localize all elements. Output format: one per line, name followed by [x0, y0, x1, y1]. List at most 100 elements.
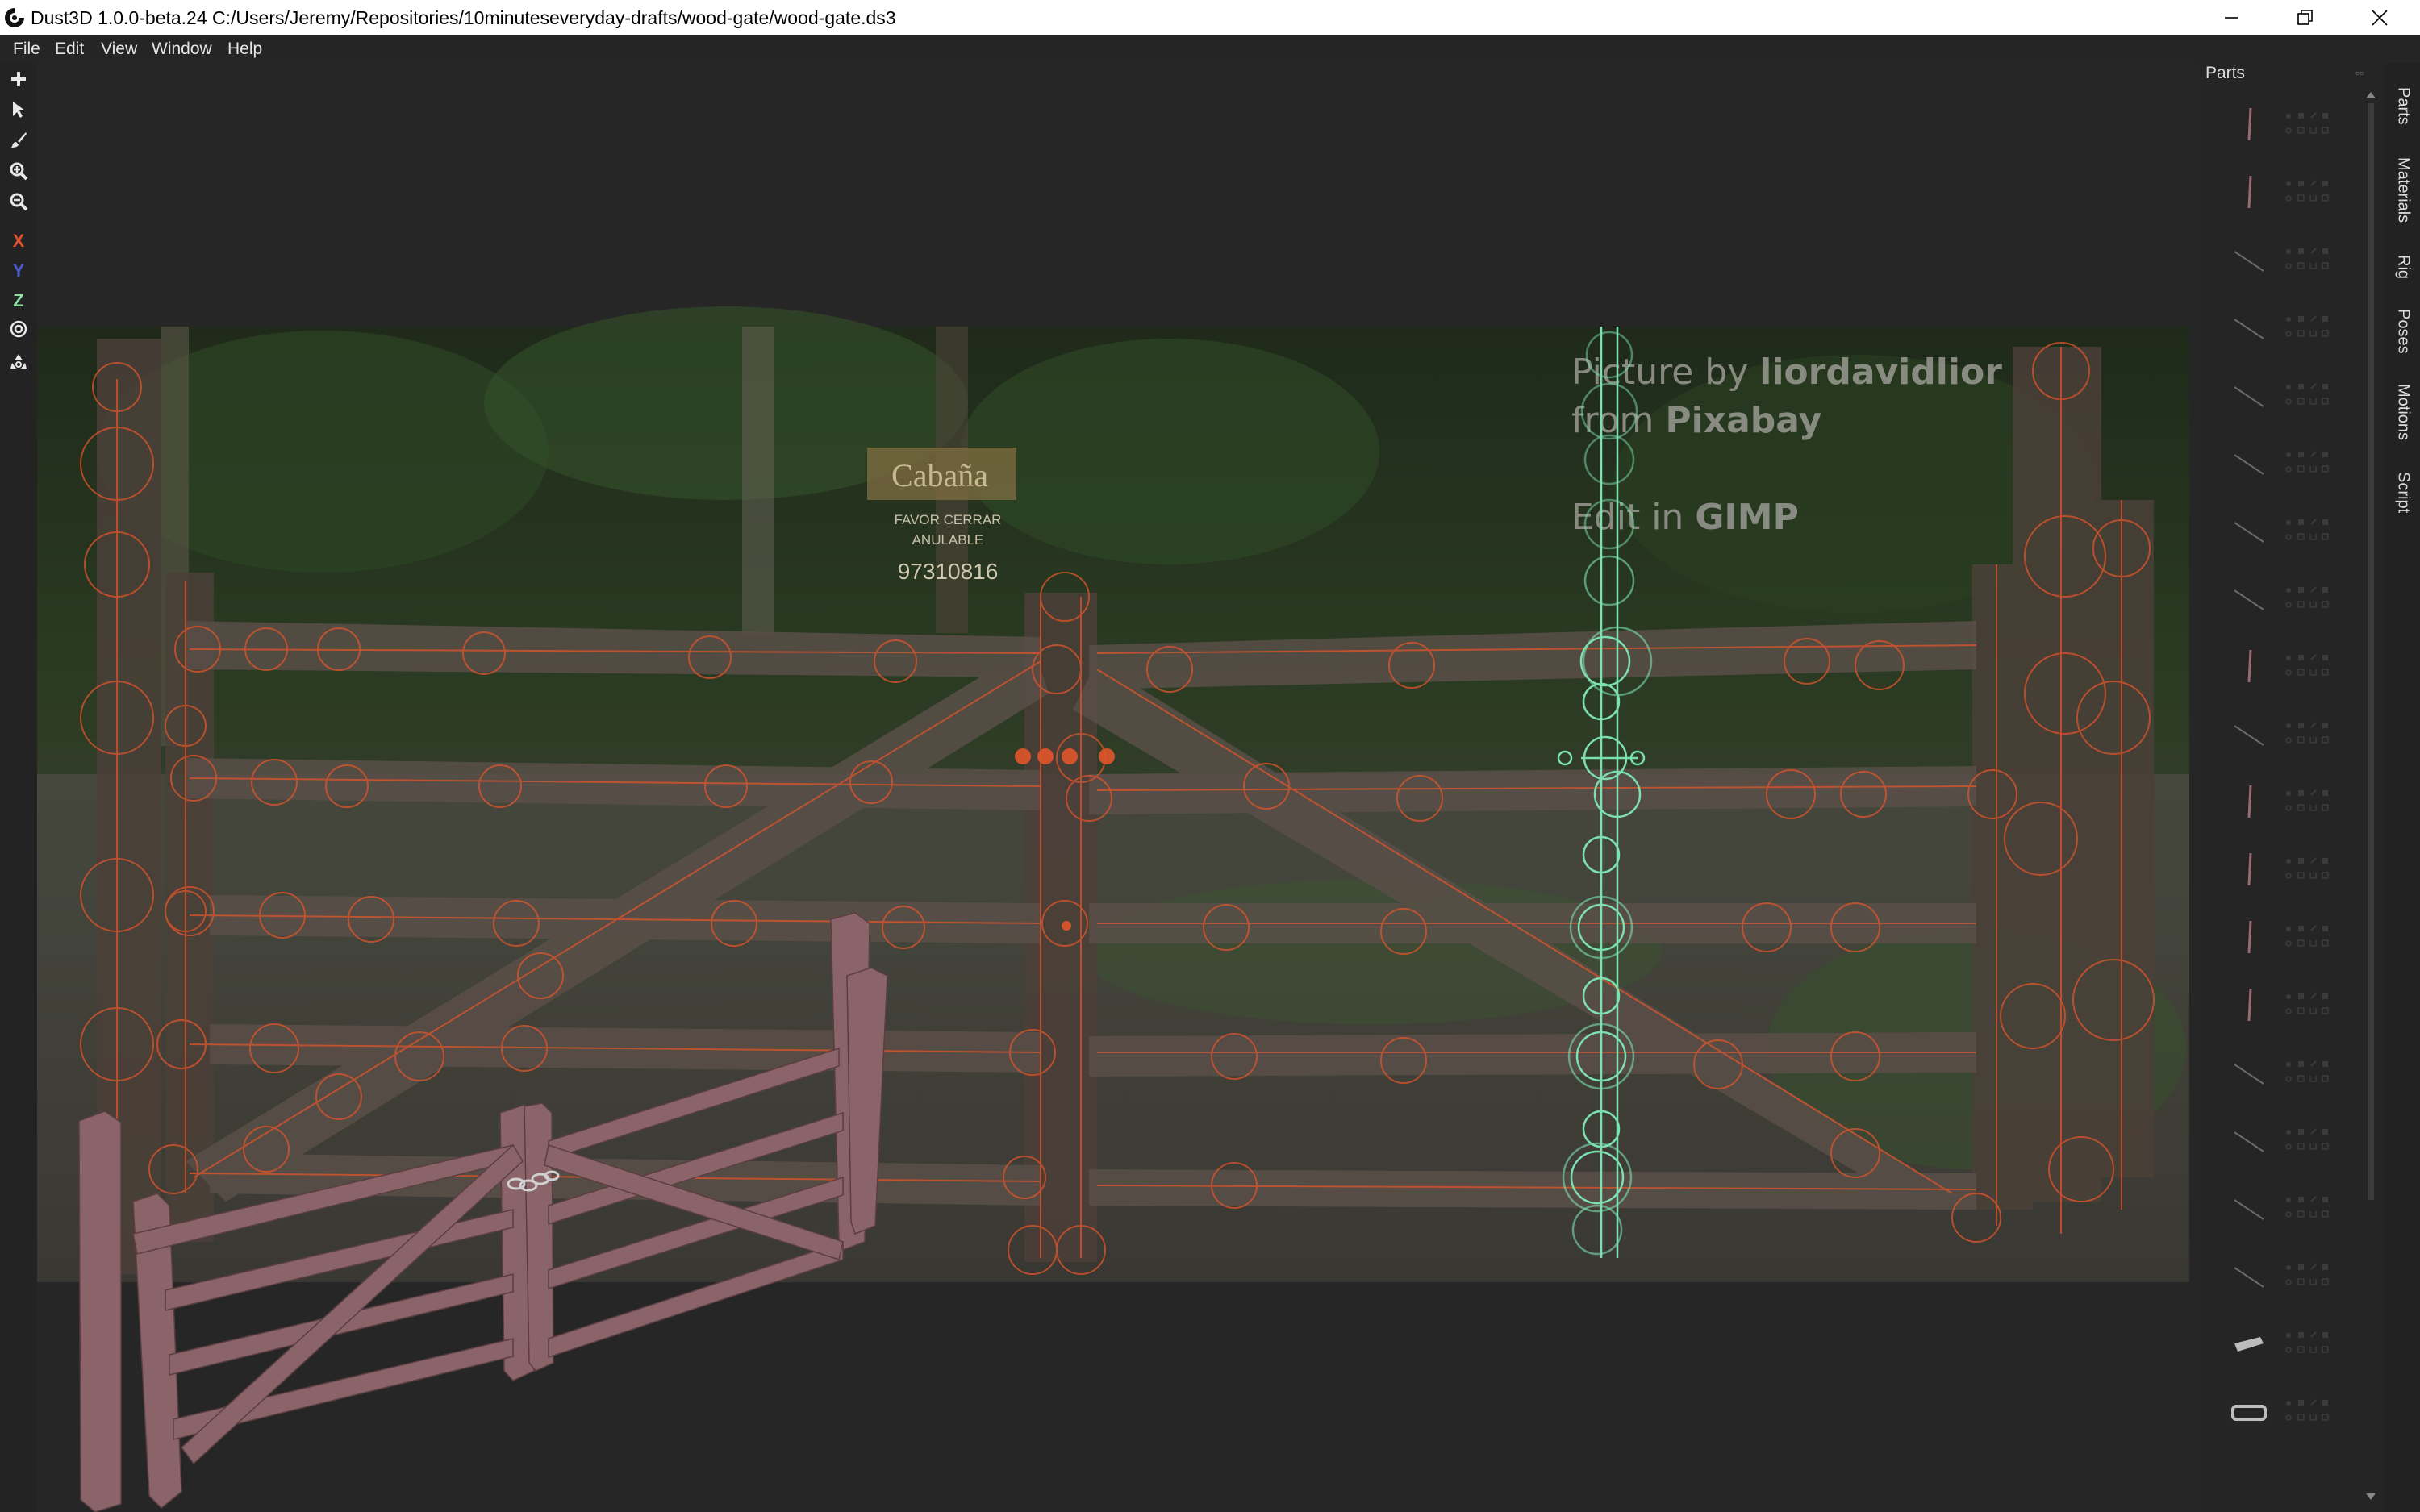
part-controls[interactable]	[2282, 1329, 2355, 1358]
part-thumbnail	[2234, 522, 2264, 543]
part-controls[interactable]	[2282, 110, 2355, 139]
radial-mirror-icon	[10, 320, 27, 338]
part-row[interactable]	[2197, 573, 2359, 637]
menu-bar: File Edit View Window Help	[0, 35, 2420, 63]
part-thumbnail	[2247, 920, 2252, 954]
part-row[interactable]	[2197, 369, 2359, 434]
part-thumbnail	[2234, 386, 2264, 407]
part-controls[interactable]	[2282, 1126, 2355, 1155]
part-controls[interactable]	[2282, 1261, 2355, 1290]
part-controls[interactable]	[2282, 381, 2355, 410]
select-button[interactable]	[5, 97, 32, 123]
zoom-in-icon	[10, 162, 28, 181]
paint-button[interactable]	[5, 127, 32, 153]
part-row[interactable]	[2197, 708, 2359, 773]
reference-image: Cabaña FAVOR CERRAR ANULABLE 97310816	[37, 306, 2189, 1282]
svg-text:FAVOR CERRAR: FAVOR CERRAR	[895, 512, 1002, 527]
model-canvas[interactable]: Cabaña FAVOR CERRAR ANULABLE 97310816 Pi…	[37, 63, 2197, 1512]
menu-view[interactable]: View	[101, 39, 137, 60]
part-controls[interactable]	[2282, 313, 2355, 342]
close-button[interactable]	[2343, 0, 2417, 35]
add-button[interactable]	[5, 66, 32, 92]
part-thumbnail	[2234, 319, 2264, 339]
part-row[interactable]	[2197, 1182, 2359, 1247]
part-row[interactable]	[2197, 234, 2359, 298]
part-thumbnail	[2234, 1064, 2264, 1085]
part-controls[interactable]	[2282, 923, 2355, 952]
part-controls[interactable]	[2282, 448, 2355, 477]
part-row[interactable]	[2197, 166, 2359, 231]
part-controls[interactable]	[2282, 855, 2355, 884]
part-controls[interactable]	[2282, 584, 2355, 613]
part-thumbnail	[2234, 1337, 2264, 1352]
recycle-icon	[10, 354, 27, 369]
part-controls[interactable]	[2282, 652, 2355, 681]
tab-motions[interactable]: Motions	[2389, 376, 2417, 448]
window-title: Dust3D 1.0.0-beta.24 C:/Users/Jeremy/Rep…	[31, 7, 896, 28]
y-axis-lock-button[interactable]: Y	[5, 258, 32, 284]
tab-parts[interactable]: Parts	[2389, 77, 2417, 134]
part-thumbnail	[2234, 589, 2264, 610]
dust3d-logo-icon	[5, 8, 24, 27]
part-controls[interactable]	[2282, 1397, 2355, 1426]
part-controls[interactable]	[2282, 1193, 2355, 1223]
part-row[interactable]	[2197, 1250, 2359, 1314]
part-thumbnail	[2234, 1131, 2264, 1152]
part-controls[interactable]	[2282, 177, 2355, 206]
part-thumbnail	[2234, 1267, 2264, 1288]
zoom-in-button[interactable]	[5, 158, 32, 184]
part-row[interactable]	[2197, 979, 2359, 1043]
parts-panel-title: Parts	[2205, 64, 2246, 82]
tab-materials[interactable]: Materials	[2389, 150, 2417, 231]
part-controls[interactable]	[2282, 245, 2355, 274]
part-controls[interactable]	[2282, 787, 2355, 816]
side-tab-bar: Parts Materials Rig Poses Motions Script	[2385, 63, 2420, 1512]
part-row[interactable]	[2197, 1318, 2359, 1382]
tab-poses[interactable]: Poses	[2389, 303, 2417, 360]
panel-float-button[interactable]: ▫▫	[2355, 66, 2364, 79]
minimize-button[interactable]	[2194, 0, 2268, 35]
svg-text:Picture by liordavidlior: Picture by liordavidlior	[1571, 352, 2002, 393]
select-icon	[13, 102, 25, 118]
part-thumbnail	[2247, 785, 2252, 818]
add-icon	[11, 72, 26, 86]
zoom-out-button[interactable]	[5, 189, 32, 215]
part-controls[interactable]	[2282, 1058, 2355, 1087]
part-row[interactable]	[2197, 640, 2359, 705]
regenerate-button[interactable]	[5, 348, 32, 374]
part-row[interactable]	[2197, 843, 2359, 908]
title-bar: Dust3D 1.0.0-beta.24 C:/Users/Jeremy/Rep…	[0, 0, 2420, 35]
parts-panel: Parts ▫▫	[2197, 63, 2385, 1512]
part-row[interactable]	[2197, 1385, 2359, 1450]
part-row[interactable]	[2197, 1114, 2359, 1179]
part-thumbnail	[2234, 1199, 2264, 1220]
menu-file[interactable]: File	[13, 39, 40, 60]
part-row[interactable]	[2197, 98, 2359, 163]
part-row[interactable]	[2197, 437, 2359, 502]
tool-bar: X Y Z	[0, 63, 37, 1512]
part-row[interactable]	[2197, 776, 2359, 840]
part-row[interactable]	[2197, 911, 2359, 976]
menu-window[interactable]: Window	[152, 39, 212, 60]
minimize-icon	[2225, 17, 2238, 19]
parts-scrollbar[interactable]	[2362, 87, 2380, 1506]
zoom-out-icon	[10, 193, 28, 211]
part-controls[interactable]	[2282, 719, 2355, 748]
part-controls[interactable]	[2282, 516, 2355, 545]
menu-help[interactable]: Help	[227, 39, 262, 60]
part-controls[interactable]	[2282, 990, 2355, 1019]
part-row[interactable]	[2197, 1047, 2359, 1111]
tab-rig[interactable]: Rig	[2389, 247, 2417, 287]
part-thumbnail	[2247, 175, 2252, 209]
x-axis-lock-button[interactable]: X	[5, 228, 32, 254]
z-axis-lock-button[interactable]: Z	[5, 288, 32, 314]
part-row[interactable]	[2197, 505, 2359, 569]
part-thumbnail	[2247, 649, 2252, 683]
restore-button[interactable]	[2268, 0, 2343, 35]
part-thumbnail	[2234, 454, 2264, 475]
svg-text:97310816: 97310816	[898, 559, 999, 584]
part-row[interactable]	[2197, 302, 2359, 366]
menu-edit[interactable]: Edit	[55, 39, 84, 60]
radial-mirror-button[interactable]	[5, 316, 32, 342]
tab-script[interactable]: Script	[2389, 464, 2417, 521]
